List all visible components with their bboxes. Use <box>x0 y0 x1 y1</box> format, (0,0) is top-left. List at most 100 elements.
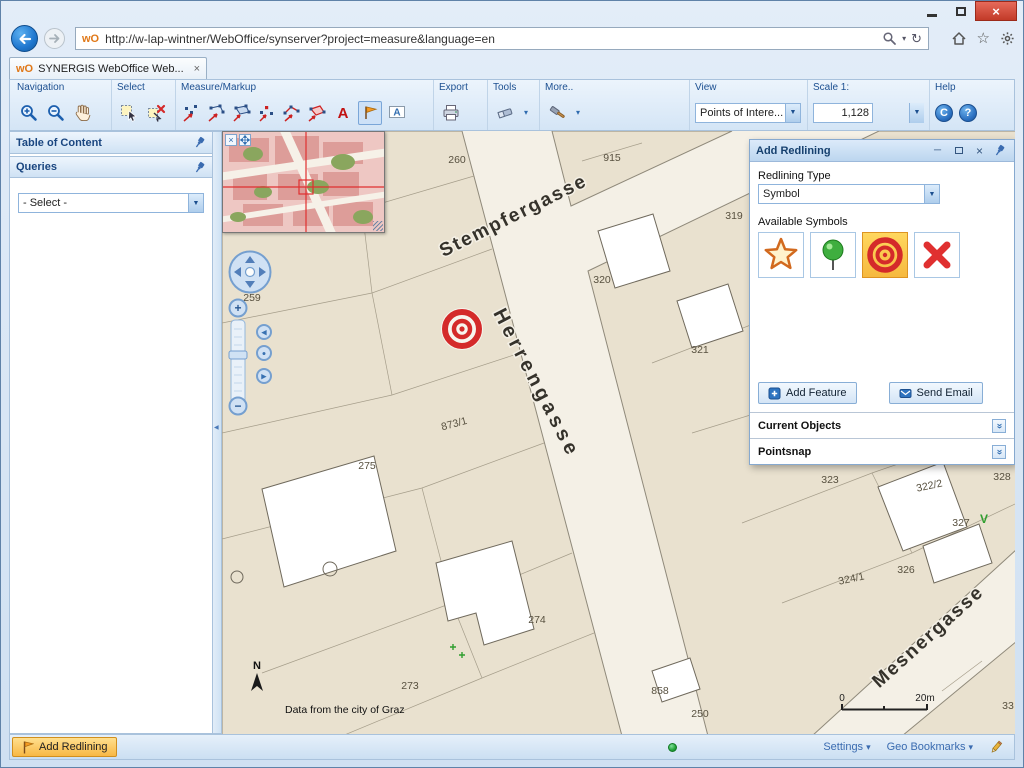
overview-close-icon[interactable]: × <box>225 134 237 146</box>
main-area: Table of Content Queries - Select - ▼ ◀ <box>9 131 1015 734</box>
overview-map[interactable]: × <box>222 131 385 233</box>
zoom-slider[interactable] <box>229 320 247 406</box>
overview-resize-handle[interactable] <box>373 221 383 231</box>
map-navigation-widget[interactable]: + ◀ ● <box>226 245 278 420</box>
favorites-star-icon[interactable]: ☆ <box>977 29 990 47</box>
geo-bookmarks-menu[interactable]: Geo Bookmarks▾ <box>887 741 973 753</box>
hammer-tool-icon[interactable] <box>545 101 569 125</box>
symbol-star-tile[interactable] <box>758 232 804 278</box>
eraser-tool-icon[interactable] <box>493 101 517 125</box>
redline-target-symbol[interactable] <box>441 308 483 350</box>
browser-forward-button[interactable] <box>44 28 65 49</box>
overview-map-image <box>223 132 384 232</box>
measure-coordinate-icon[interactable] <box>181 101 203 125</box>
sidebar-section-table-of-content[interactable]: Table of Content <box>10 132 212 154</box>
email-icon <box>899 387 912 400</box>
panel-close-button[interactable]: × <box>972 143 987 158</box>
scale-input[interactable] <box>813 103 873 123</box>
pin-icon[interactable] <box>195 161 206 174</box>
add-feature-button[interactable]: Add Feature <box>758 382 857 404</box>
sidebar: Table of Content Queries - Select - ▼ <box>9 131 213 734</box>
redline-point-icon[interactable] <box>256 101 278 125</box>
map-viewport[interactable]: Stempfergasse Herrengasse Mesnergasse 26… <box>222 131 1015 734</box>
panel-float-button[interactable] <box>951 143 966 158</box>
clear-selection-icon[interactable] <box>144 101 168 125</box>
search-icon[interactable] <box>882 31 897 46</box>
section-title: Table of Content <box>16 137 102 149</box>
url-text[interactable]: http://w-lap-wintner/WebOffice/synserver… <box>105 32 876 46</box>
parcel-label: 274 <box>528 614 546 626</box>
current-objects-section-header[interactable]: Current Objects » <box>750 412 1014 438</box>
previous-extent-button[interactable]: ◀ <box>257 325 271 339</box>
pan-hand-icon[interactable] <box>71 101 95 125</box>
dropdown-arrow-icon[interactable]: ▼ <box>785 104 800 122</box>
symbol-target-tile[interactable] <box>862 232 908 278</box>
zoom-out-button[interactable]: − <box>230 398 247 415</box>
active-tool-indicator[interactable]: Add Redlining <box>12 737 117 757</box>
text-box-icon[interactable]: A <box>385 101 409 125</box>
default-extent-button[interactable]: ● <box>257 346 271 360</box>
panel-pin-button[interactable] <box>993 143 1008 158</box>
refresh-icon[interactable]: ↻ <box>911 31 922 47</box>
browser-back-button[interactable] <box>11 25 38 52</box>
sidebar-splitter[interactable]: ◀ <box>213 131 222 734</box>
dropdown-arrow-icon[interactable]: ▼ <box>924 185 939 203</box>
info-badge[interactable]: C <box>935 104 953 122</box>
text-annotation-icon[interactable]: A <box>331 101 355 125</box>
send-email-button[interactable]: Send Email <box>889 382 983 404</box>
panel-header[interactable]: Add Redlining ─ × <box>750 140 1014 162</box>
zoom-in-button[interactable]: + <box>230 300 247 317</box>
add-feature-icon <box>768 387 781 400</box>
tools-dropdown-caret[interactable]: ▾ <box>520 103 532 123</box>
next-extent-button[interactable]: ▶ <box>257 369 271 383</box>
settings-menu[interactable]: Settings▾ <box>823 741 870 753</box>
pin-icon[interactable] <box>195 136 206 149</box>
expand-section-icon[interactable]: » <box>992 419 1006 433</box>
help-badge[interactable]: ? <box>959 104 977 122</box>
tab-title: SYNERGIS WebOffice Web... <box>38 63 188 75</box>
window-close-button[interactable]: × <box>975 1 1017 21</box>
search-dropdown-caret[interactable]: ▾ <box>902 34 906 43</box>
redline-line-icon[interactable] <box>281 101 303 125</box>
measure-distance-icon[interactable] <box>206 101 228 125</box>
symbol-pin-tile[interactable] <box>810 232 856 278</box>
redlining-type-select[interactable]: Symbol ▼ <box>758 184 940 204</box>
address-bar[interactable]: wO http://w-lap-wintner/WebOffice/synser… <box>75 27 929 50</box>
queries-select[interactable]: - Select - ▼ <box>18 193 204 213</box>
panel-minimize-button[interactable]: ─ <box>930 143 945 158</box>
add-symbol-flag-icon[interactable] <box>358 101 382 125</box>
tab-close-icon[interactable]: × <box>194 63 200 75</box>
symbol-x-tile[interactable] <box>914 232 960 278</box>
available-symbols-label: Available Symbols <box>758 216 1006 228</box>
pointsnap-section-header[interactable]: Pointsnap » <box>750 438 1014 464</box>
window-maximize-button[interactable] <box>946 1 975 21</box>
pan-control[interactable] <box>230 252 271 293</box>
home-icon[interactable] <box>951 30 967 46</box>
print-icon[interactable] <box>439 101 463 125</box>
measure-area-icon[interactable] <box>231 101 253 125</box>
toolbar-group-select: Select <box>112 80 176 130</box>
section-title: Queries <box>16 161 57 173</box>
minimize-icon <box>927 14 937 17</box>
parcel-label: 273 <box>401 680 419 692</box>
zoom-in-icon[interactable] <box>17 101 41 125</box>
zoom-slider-handle[interactable] <box>229 351 247 359</box>
collapse-sidebar-icon[interactable]: ◀ <box>214 424 219 431</box>
edit-pencil-icon[interactable] <box>989 740 1004 755</box>
expand-section-icon[interactable]: » <box>992 445 1006 459</box>
zoom-out-icon[interactable] <box>44 101 68 125</box>
dropdown-arrow-icon[interactable]: ▼ <box>188 194 203 212</box>
browser-tab[interactable]: wO SYNERGIS WebOffice Web... × <box>9 57 207 79</box>
sidebar-section-queries[interactable]: Queries <box>10 156 212 178</box>
window-minimize-button[interactable] <box>917 1 946 21</box>
redline-polygon-icon[interactable] <box>306 101 328 125</box>
select-features-icon[interactable] <box>117 101 141 125</box>
view-select[interactable]: Points of Intere... ▼ <box>695 103 801 123</box>
tab-favicon: wO <box>16 63 33 75</box>
more-dropdown-caret[interactable]: ▾ <box>572 103 584 123</box>
scale-dropdown-arrow-icon[interactable]: ▼ <box>909 103 924 123</box>
settings-gear-icon[interactable] <box>1000 31 1015 46</box>
overview-pan-icon[interactable] <box>239 134 251 146</box>
window-titlebar[interactable]: × <box>1 1 1023 23</box>
map-attribution: Data from the city of Graz <box>285 704 405 716</box>
